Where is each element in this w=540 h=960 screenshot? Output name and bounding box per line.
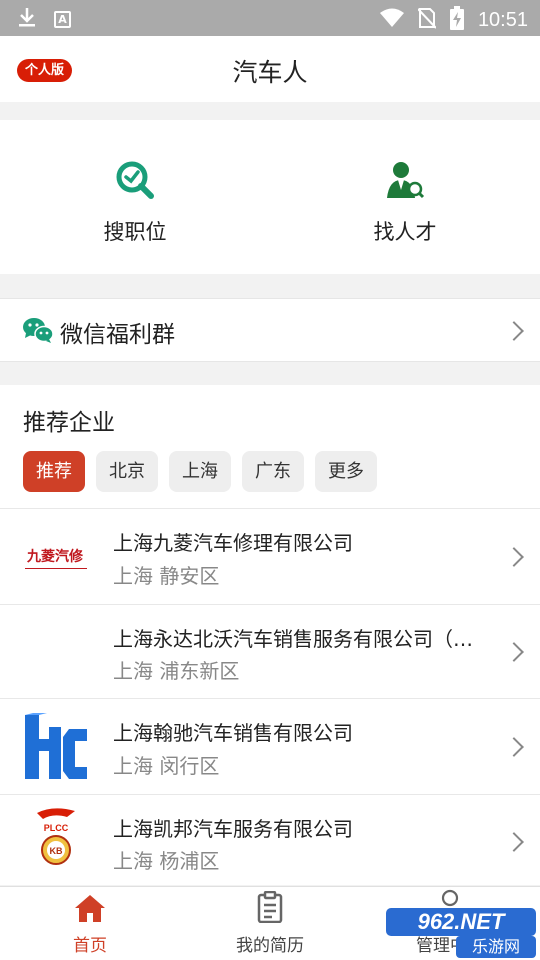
- watermark-logo: 962.NET 乐游网: [386, 908, 536, 958]
- chip-more[interactable]: 更多: [315, 451, 377, 492]
- find-talent-button[interactable]: 找人才: [335, 160, 475, 246]
- status-bar: A 10:51: [0, 0, 540, 36]
- company-name: 上海凯邦汽车服务有限公司: [113, 817, 353, 841]
- company-logo-text: PLCC: [44, 823, 69, 833]
- wechat-icon: [22, 316, 54, 348]
- wifi-icon: [379, 8, 404, 32]
- chevron-right-icon: [504, 737, 524, 757]
- wechat-group-row[interactable]: 微信福利群: [0, 298, 540, 362]
- company-name: 上海翰驰汽车销售有限公司: [113, 721, 353, 745]
- tab-home-label: 首页: [73, 936, 107, 956]
- company-location: 上海 闵行区: [113, 754, 220, 778]
- no-sim-icon: [417, 7, 437, 33]
- chip-guangdong[interactable]: 广东: [242, 451, 304, 492]
- app-header: 个人版 汽车人: [0, 36, 540, 102]
- tab-resume-label: 我的简历: [236, 936, 304, 956]
- company-row[interactable]: 上海永达北沃汽车销售服务有限公司（… 上海 浦东新区: [0, 604, 540, 698]
- chevron-right-icon: [504, 642, 524, 662]
- company-logo-text: 九菱汽修: [27, 549, 83, 565]
- search-jobs-label: 搜职位: [103, 220, 167, 244]
- chip-beijing[interactable]: 北京: [96, 451, 158, 492]
- company-logo: PLCC KB: [23, 805, 89, 871]
- resume-icon: [257, 890, 283, 927]
- chevron-right-icon: [504, 547, 524, 567]
- quick-actions: 搜职位 找人才: [0, 120, 540, 274]
- recommended-companies: 推荐企业 推荐 北京 上海 广东 更多 九菱汽修 上海九菱汽车修理有限公司 上海…: [0, 385, 540, 885]
- company-location: 上海 静安区: [113, 564, 220, 588]
- talent-search-icon: [385, 162, 425, 204]
- svg-text:KB: KB: [50, 846, 63, 856]
- chip-shanghai[interactable]: 上海: [169, 451, 231, 492]
- search-jobs-button[interactable]: 搜职位: [65, 160, 205, 246]
- tab-home[interactable]: 首页: [30, 887, 150, 960]
- company-logo: [23, 713, 89, 779]
- tab-resume[interactable]: 我的简历: [210, 887, 330, 960]
- company-location: 上海 杨浦区: [113, 849, 220, 873]
- page-title: 汽车人: [232, 58, 308, 87]
- company-row[interactable]: 上海翰驰汽车销售有限公司 上海 闵行区: [0, 698, 540, 794]
- chevron-right-icon: [504, 321, 524, 341]
- find-talent-label: 找人才: [373, 220, 437, 244]
- home-icon: [74, 893, 106, 927]
- region-filter: 推荐 北京 上海 广东 更多: [23, 451, 377, 492]
- company-row[interactable]: 九菱汽修 上海九菱汽车修理有限公司 上海 静安区: [0, 508, 540, 604]
- watermark-sub: 乐游网: [456, 936, 536, 958]
- wechat-group-label: 微信福利群: [60, 322, 175, 348]
- watermark-brand: 962.NET: [386, 908, 536, 936]
- company-name: 上海九菱汽车修理有限公司: [113, 531, 353, 555]
- company-name: 上海永达北沃汽车销售服务有限公司（…: [113, 627, 473, 651]
- clock: 10:51: [477, 8, 528, 31]
- company-logo: 九菱汽修: [23, 524, 89, 590]
- company-row[interactable]: PLCC KB 上海凯邦汽车服务有限公司 上海 杨浦区: [0, 794, 540, 885]
- job-search-icon: [115, 161, 155, 204]
- section-title: 推荐企业: [23, 410, 115, 436]
- a-icon: A: [54, 10, 71, 28]
- company-location: 上海 浦东新区: [113, 659, 240, 683]
- chevron-right-icon: [504, 832, 524, 852]
- chip-recommended[interactable]: 推荐: [23, 451, 85, 492]
- battery-charging-icon: [449, 6, 464, 34]
- download-icon: [18, 7, 36, 31]
